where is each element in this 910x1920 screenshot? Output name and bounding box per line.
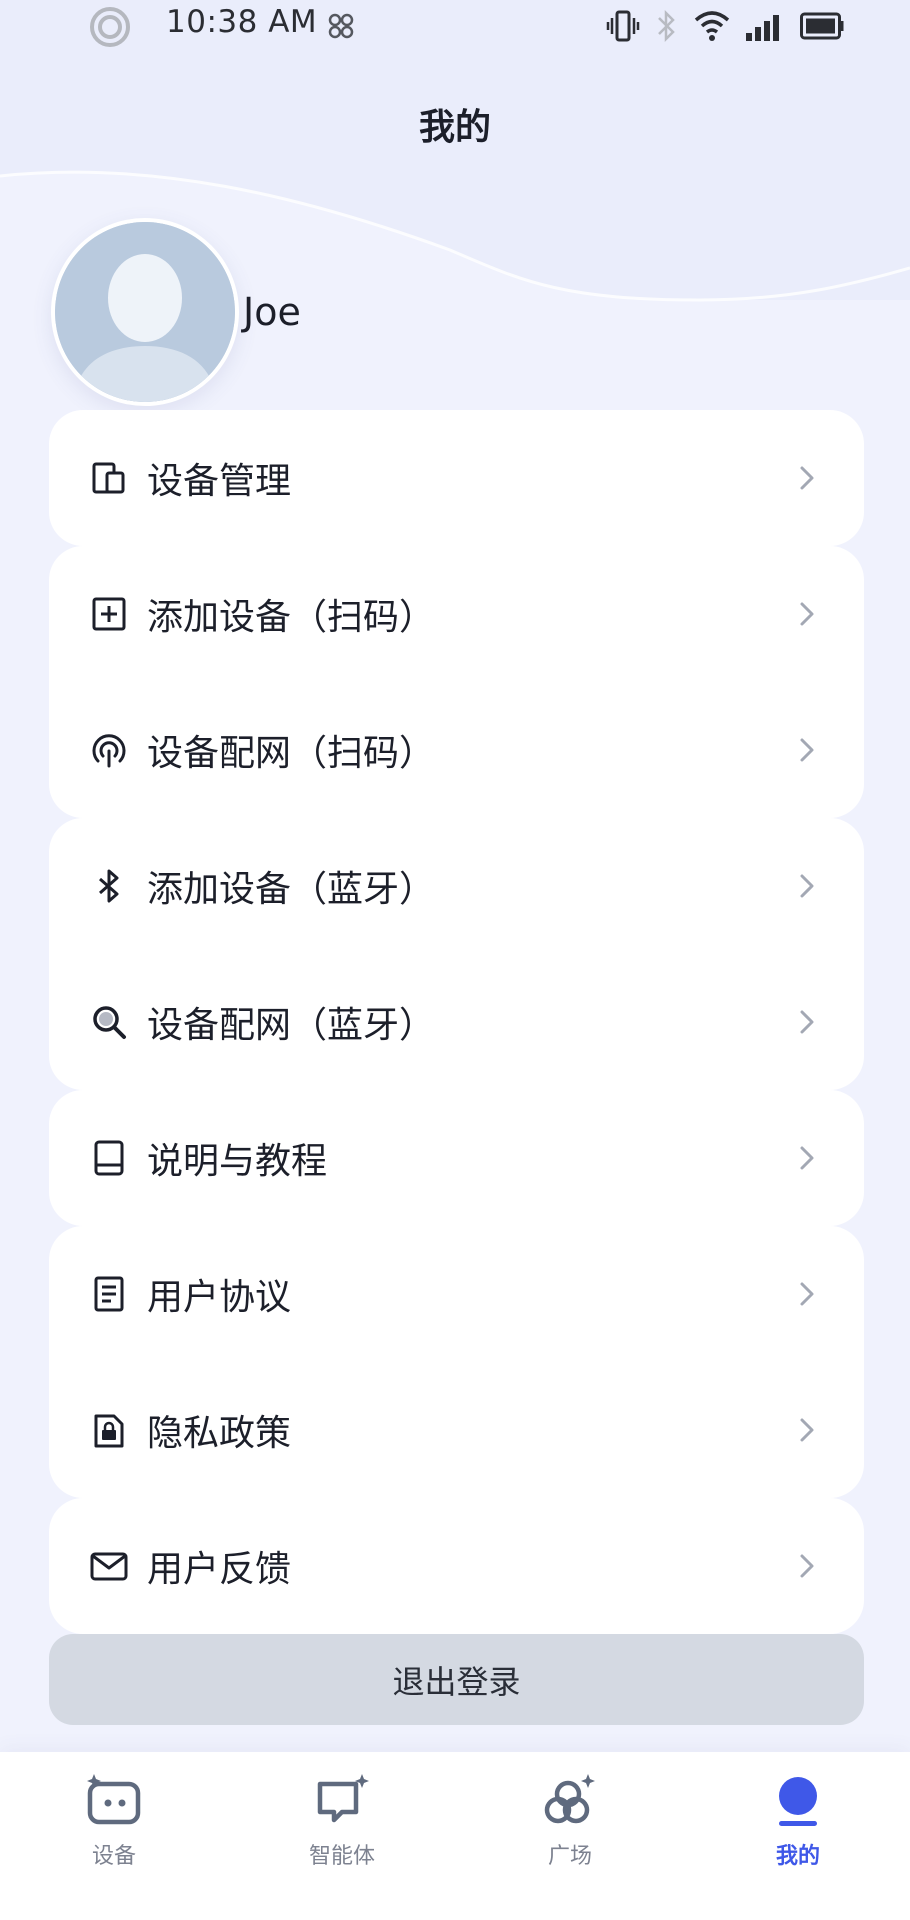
menu-item-label: 设备管理 xyxy=(147,461,292,502)
menu-item-label: 设备配网（扫码） xyxy=(147,733,436,774)
default-avatar-icon xyxy=(55,222,235,402)
nav-tab-label: 设备 xyxy=(91,1844,136,1869)
status-time: 10:38 AM xyxy=(166,4,318,40)
username: Joe xyxy=(243,290,301,334)
book-icon xyxy=(94,1140,124,1176)
chevron-right-icon xyxy=(800,602,814,626)
menu-item-label: 说明与教程 xyxy=(147,1141,328,1182)
bluetooth-status-icon xyxy=(658,9,675,43)
status-bar: 10:38 AM xyxy=(0,0,910,48)
plaza-icon xyxy=(544,1774,595,1824)
chevron-right-icon xyxy=(800,1418,814,1442)
chevron-right-icon xyxy=(800,466,814,490)
status-icons xyxy=(606,6,844,46)
logout-button[interactable]: 退出登录 xyxy=(49,1634,864,1725)
menu-item-privacy[interactable]: 隐私政策 xyxy=(49,1362,864,1498)
page-title: 我的 xyxy=(418,107,491,148)
status-ring-icon xyxy=(90,7,130,47)
menu-item-add-device-bluetooth[interactable]: 添加设备（蓝牙） xyxy=(49,818,864,954)
menu-item-label: 添加设备（蓝牙） xyxy=(147,869,436,910)
menu-card-guide: 说明与教程 xyxy=(49,1090,864,1226)
menu-item-network-scan[interactable]: 设备配网（扫码） xyxy=(49,682,864,818)
device-robot-icon xyxy=(87,1774,141,1825)
nav-tab-label: 智能体 xyxy=(308,1844,375,1869)
document-icon xyxy=(94,1276,124,1312)
chevron-right-icon xyxy=(800,1282,814,1306)
bottom-nav: 设备 智能体 广场 我的 xyxy=(0,1752,910,1920)
menu-item-network-bluetooth[interactable]: 设备配网（蓝牙） xyxy=(49,954,864,1090)
chevron-right-icon xyxy=(800,738,814,762)
vibrate-icon xyxy=(606,10,640,42)
menu-item-label: 设备配网（蓝牙） xyxy=(147,1005,436,1046)
nav-tab-devices[interactable]: 设备 xyxy=(44,1772,184,1892)
menu-item-guide[interactable]: 说明与教程 xyxy=(49,1090,864,1226)
nav-tab-plaza[interactable]: 广场 xyxy=(500,1772,640,1892)
nav-tab-agents[interactable]: 智能体 xyxy=(272,1772,412,1892)
chevron-right-icon xyxy=(800,1554,814,1578)
wifi-icon xyxy=(694,11,730,41)
nav-tab-me[interactable]: 我的 xyxy=(728,1772,868,1892)
menu-item-user-agreement[interactable]: 用户协议 xyxy=(49,1226,864,1362)
chevron-right-icon xyxy=(800,874,814,898)
nav-tab-label: 广场 xyxy=(547,1844,592,1869)
menu-card-device: 设备管理 xyxy=(49,410,864,546)
menu-card-scan: 添加设备（扫码） 设备配网（扫码） xyxy=(49,546,864,818)
wifi-tethering-icon xyxy=(92,734,126,768)
clover-icon xyxy=(328,13,354,39)
nav-tab-label: 我的 xyxy=(775,1844,820,1869)
mail-icon xyxy=(90,1552,128,1581)
menu-card-legal: 用户协议 隐私政策 xyxy=(49,1226,864,1498)
menu-card-feedback: 用户反馈 xyxy=(49,1498,864,1634)
battery-icon xyxy=(800,12,844,40)
menu-card-bluetooth: 添加设备（蓝牙） 设备配网（蓝牙） xyxy=(49,818,864,1090)
menu-item-label: 添加设备（扫码） xyxy=(147,597,436,638)
signal-icon xyxy=(746,15,779,41)
search-icon xyxy=(93,1006,126,1039)
menu-item-feedback[interactable]: 用户反馈 xyxy=(49,1498,864,1634)
menu-item-label: 用户反馈 xyxy=(147,1549,292,1590)
menu-item-add-device-scan[interactable]: 添加设备（扫码） xyxy=(49,546,864,682)
menu-item-label: 用户协议 xyxy=(147,1277,292,1318)
menu-item-label: 隐私政策 xyxy=(147,1413,292,1454)
devices-icon xyxy=(92,462,125,494)
bluetooth-icon xyxy=(99,869,119,903)
chevron-right-icon xyxy=(800,1010,814,1034)
agent-chat-icon xyxy=(317,1774,369,1823)
chevron-right-icon xyxy=(800,1146,814,1170)
avatar[interactable] xyxy=(51,218,239,406)
profile-icon xyxy=(779,1777,817,1826)
lock-file-icon xyxy=(94,1414,124,1448)
menu-item-device-management[interactable]: 设备管理 xyxy=(49,410,864,546)
add-box-icon xyxy=(92,597,126,631)
